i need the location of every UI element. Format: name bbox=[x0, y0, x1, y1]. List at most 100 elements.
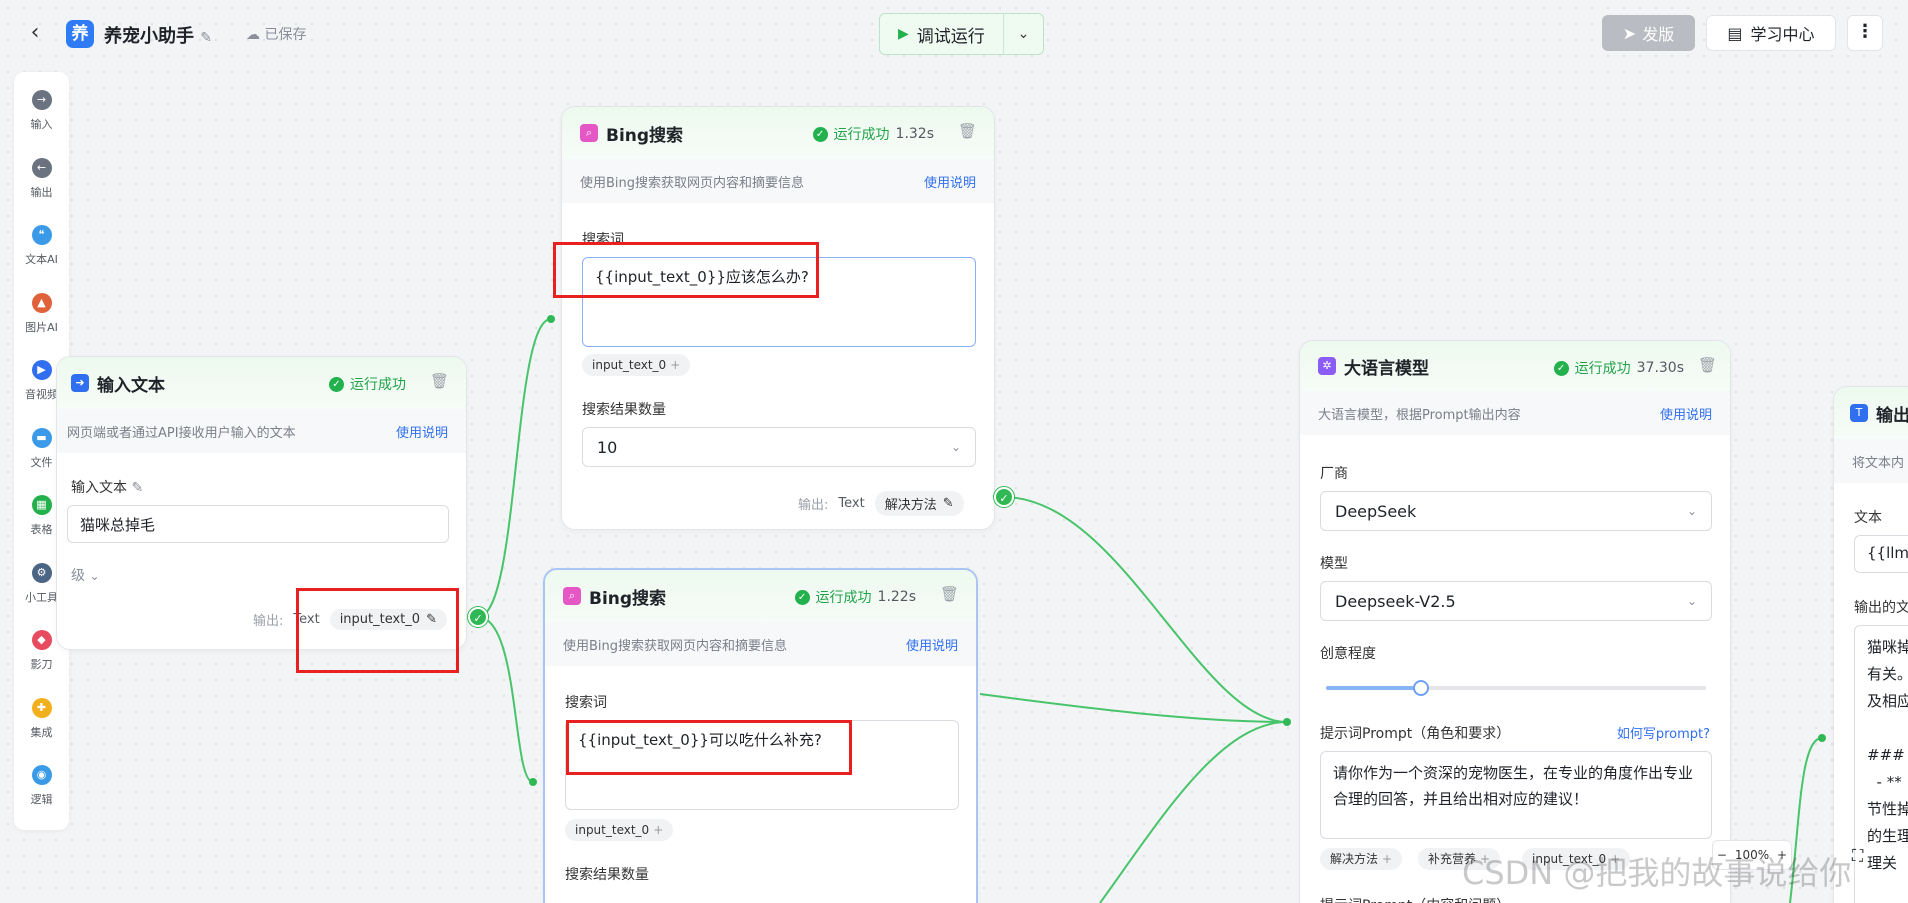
variable-tag[interactable]: input_text_0 + bbox=[582, 354, 691, 376]
wire-tail-to-llm bbox=[1099, 721, 1288, 903]
blade-icon: ◆ bbox=[31, 630, 52, 650]
input-port-bing1[interactable] bbox=[547, 315, 555, 323]
output-port-bing1[interactable]: ✓ bbox=[994, 487, 1014, 507]
preview-line: 猫咪掉 bbox=[1867, 638, 1908, 656]
bing-search-node-1[interactable]: ⌕ Bing搜索 ✓ 运行成功 1.32s 🗑 使用Bing搜索获取网页内容和摘… bbox=[561, 106, 995, 530]
preview-label: 输出的文 bbox=[1854, 600, 1908, 616]
sidebar-item-10[interactable]: ◉ 逻辑 bbox=[14, 765, 69, 807]
help-link[interactable]: 使用说明 bbox=[1660, 404, 1712, 423]
run-status: ✓ 运行成功 1.22s bbox=[794, 587, 916, 607]
text-field[interactable]: {{llm_ bbox=[1854, 535, 1908, 573]
prompt-textarea[interactable]: 请你作为一个资深的宠物医生，在专业的角度作出专业合理的回答，并且给出相对应的建议… bbox=[1320, 751, 1712, 839]
node-title: Bing搜索 bbox=[589, 588, 667, 609]
sidebar-item-1[interactable]: ← 输出 bbox=[14, 157, 69, 200]
model-label: 模型 bbox=[1320, 556, 1348, 572]
save-status: ☁ 已保存 bbox=[246, 27, 307, 43]
input-port-bing2[interactable] bbox=[529, 778, 537, 786]
result-count-select[interactable]: 10 ⌄ bbox=[582, 427, 976, 467]
search-icon: ⌕ bbox=[580, 124, 598, 142]
prompt2-label: 提示词Prompt（内容和问题） bbox=[1320, 895, 1510, 903]
highlight-box bbox=[296, 588, 459, 673]
llm-node[interactable]: ✲ 大语言模型 ✓ 运行成功 37.30s 🗑 大语言模型，根据Prompt输出… bbox=[1299, 340, 1731, 903]
preview-line: ### 1 bbox=[1867, 746, 1905, 764]
preview-line: 有关。 bbox=[1867, 665, 1908, 683]
input-port-output[interactable] bbox=[1818, 734, 1826, 742]
model-select[interactable]: Deepseek-V2.5 ⌄ bbox=[1320, 581, 1712, 621]
node-title: 输出 bbox=[1876, 405, 1908, 426]
check-circle-icon: ✓ bbox=[812, 126, 828, 142]
node-description: 将文本内 bbox=[1834, 439, 1908, 483]
vendor-select[interactable]: DeepSeek ⌄ bbox=[1320, 491, 1712, 531]
prompt-label: 提示词Prompt（角色和要求） bbox=[1320, 726, 1511, 742]
sidebar-item-3[interactable]: ▲ 图片AI bbox=[14, 292, 69, 335]
image-icon: ▲ bbox=[31, 292, 52, 313]
sidebar-item-label: 输出 bbox=[30, 185, 53, 199]
wire-bing2-to-llm bbox=[979, 693, 1288, 723]
sparkle-icon: ✲ bbox=[1318, 357, 1336, 375]
cloud-check-icon: ☁ bbox=[246, 27, 260, 43]
preview-line: 的生理 bbox=[1867, 827, 1908, 845]
pencil-icon[interactable]: ✎ bbox=[131, 480, 143, 496]
sidebar-item-label: 逻辑 bbox=[30, 793, 53, 806]
node-header: ⌕ Bing搜索 ✓ 运行成功 1.22s 🗑 bbox=[545, 570, 976, 622]
trash-icon[interactable]: 🗑 bbox=[958, 122, 977, 140]
slider-fill bbox=[1326, 686, 1421, 690]
top-bar: ‹ 养 养宠小助手 ✎ ☁ 已保存 ▶ 调试运行 ⌄ ➤ 发版 ▤ 学习中心 ⋮ bbox=[0, 0, 1908, 66]
chevron-down-icon[interactable]: ⌄ bbox=[1004, 26, 1043, 42]
logic-icon: ◉ bbox=[31, 765, 52, 785]
more-menu-button[interactable]: ⋮ bbox=[1847, 15, 1883, 51]
folder-icon: ▬ bbox=[31, 427, 52, 448]
publish-button[interactable]: ➤ 发版 bbox=[1602, 15, 1695, 51]
help-link[interactable]: 使用说明 bbox=[924, 172, 976, 191]
run-status: ✓ 运行成功 37.30s bbox=[1553, 358, 1684, 378]
chevron-down-icon: ⌄ bbox=[1686, 594, 1697, 608]
preview-line: 节性掉 bbox=[1867, 800, 1908, 818]
sidebar-item-2[interactable]: ❝ 文本AI bbox=[14, 225, 69, 267]
fit-view-icon[interactable]: ⛶ bbox=[1852, 846, 1863, 866]
run-button-group: ▶ 调试运行 ⌄ bbox=[879, 13, 1044, 55]
back-button[interactable]: ‹ bbox=[22, 20, 48, 46]
quote-icon: ❝ bbox=[31, 225, 52, 245]
trash-icon[interactable]: 🗑 bbox=[940, 585, 959, 603]
highlight-box bbox=[553, 242, 819, 298]
watermark: CSDN @把我的故事说给你 bbox=[1462, 854, 1852, 892]
trash-icon[interactable]: 🗑 bbox=[430, 372, 449, 390]
output-variable[interactable]: 解决方法 ✎ bbox=[874, 491, 964, 516]
run-status: ✓ 运行成功 bbox=[329, 374, 406, 394]
node-title: Bing搜索 bbox=[606, 125, 684, 146]
check-circle-icon: ✓ bbox=[329, 376, 344, 392]
text-output-icon: T bbox=[1850, 404, 1868, 422]
app-title: 养宠小助手 bbox=[104, 26, 194, 47]
search-icon: ⌕ bbox=[563, 587, 581, 605]
output-node[interactable]: T 输出 将文本内 文本 {{llm_ 输出的文 猫咪掉有关。及相应### 1 … bbox=[1833, 386, 1908, 903]
prompt-help-link[interactable]: 如何写prompt? bbox=[1617, 723, 1710, 742]
trash-icon[interactable]: 🗑 bbox=[1698, 356, 1717, 374]
learning-center-button[interactable]: ▤ 学习中心 bbox=[1706, 15, 1836, 51]
input-port-llm[interactable] bbox=[1283, 718, 1291, 726]
highlight-box bbox=[566, 720, 852, 775]
node-description: 大语言模型，根据Prompt输出内容 使用说明 bbox=[1300, 391, 1730, 435]
creativity-label: 创意程度 bbox=[1320, 646, 1376, 662]
help-link[interactable]: 使用说明 bbox=[906, 635, 958, 654]
send-icon: ➤ bbox=[1622, 23, 1637, 43]
node-header: ➜ 输入文本 ✓ 运行成功 🗑 bbox=[57, 357, 466, 409]
output-port-input-node[interactable]: ✓ bbox=[468, 607, 488, 627]
debug-run-button[interactable]: ▶ 调试运行 bbox=[880, 14, 1004, 54]
wire-input-to-bing2 bbox=[477, 616, 534, 783]
table-icon: ▦ bbox=[31, 495, 52, 515]
creativity-slider[interactable] bbox=[1326, 680, 1706, 696]
slider-thumb[interactable] bbox=[1413, 680, 1429, 696]
sidebar-item-label: 影刀 bbox=[30, 658, 53, 671]
variable-tag[interactable]: 解决方法 + bbox=[1320, 848, 1403, 870]
pencil-icon[interactable]: ✎ bbox=[200, 30, 212, 46]
text-label: 文本 bbox=[1854, 510, 1882, 526]
advanced-toggle[interactable]: 级 ⌄ bbox=[71, 565, 100, 585]
input-text-field[interactable]: 猫咪总掉毛 bbox=[67, 505, 449, 543]
check-circle-icon: ✓ bbox=[794, 589, 810, 605]
variable-tag[interactable]: input_text_0 + bbox=[565, 819, 674, 841]
sidebar-item-0[interactable]: → 输入 bbox=[14, 90, 69, 132]
sidebar-item-label: 文本AI bbox=[25, 253, 58, 266]
help-link[interactable]: 使用说明 bbox=[396, 422, 448, 441]
field-label: 输入文本 ✎ bbox=[71, 480, 144, 496]
sidebar-item-9[interactable]: ✚ 集成 bbox=[14, 697, 69, 740]
